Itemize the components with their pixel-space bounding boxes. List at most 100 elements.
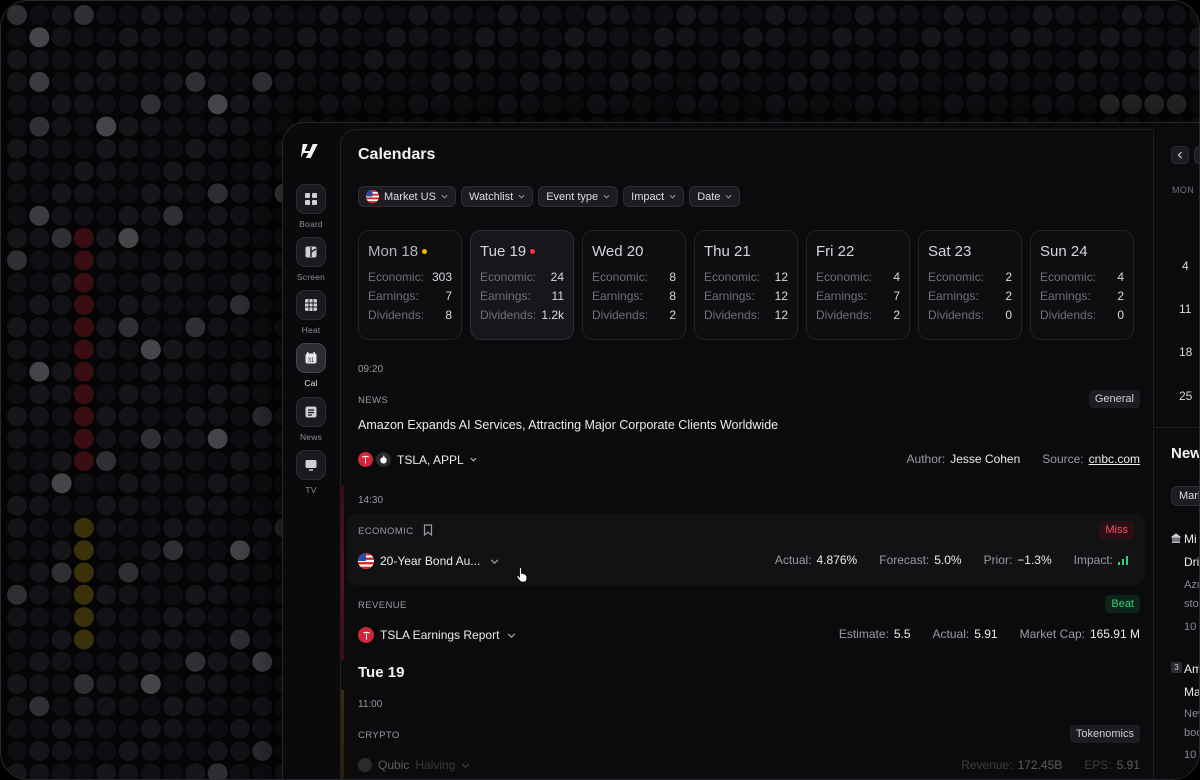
event-name: Qubic [378,758,410,772]
day-card[interactable]: Thu 21 Economic: 12 Earnings: 12 Dividends: 12 [694,230,798,340]
background-dot [252,205,273,226]
filter-impact[interactable]: Impact [623,186,685,207]
news-item-title[interactable]: Am [1184,662,1199,676]
revenue-event-name[interactable]: TSLA Earnings Report [358,627,516,643]
background-dot [185,629,206,650]
background-dot [475,94,496,115]
stat-value: 24 [550,270,564,284]
background-dot [1032,71,1053,92]
rail-item-heat[interactable]: Heat [291,290,331,335]
background-dot [430,71,451,92]
background-dot [832,49,853,70]
device-frame: Board Screen Heat 31 Cal News TV Calenda… [0,0,1200,780]
rail-item-board[interactable]: Board [291,184,331,229]
filter-watchlist[interactable]: Watchlist [460,186,534,207]
background-dot [140,272,161,293]
background-dot [140,27,161,48]
rail-item-tv[interactable]: TV [291,450,331,495]
background-dot [185,495,206,516]
background-dot [140,94,161,115]
background-dot [1166,94,1187,115]
background-dot [1144,71,1165,92]
background-dot [7,629,27,650]
stat-value: 4 [1117,270,1124,284]
news-filter-chip[interactable]: Marl [1171,486,1199,506]
background-dot [453,5,473,25]
background-dot [118,718,139,739]
background-dot [29,138,50,159]
ticker-list[interactable]: TSLA, APPL [358,452,477,467]
right-panel: MON 4 11 18 25 New Marl Mi Dri Azu sto 1… [1153,129,1199,779]
background-dot [252,740,273,761]
background-dot [230,272,250,293]
background-dot [96,495,117,516]
calendar-date[interactable]: 18 [1179,345,1192,359]
background-dot [207,205,228,226]
rail-label: Screen [296,272,326,282]
stat-label: Economic: [1040,270,1097,284]
background-dot [296,49,317,70]
background-dot [1099,5,1120,25]
stat-label: Economic: [816,270,873,284]
background-dot [207,294,228,315]
day-card[interactable]: Sun 24 Economic: 4 Earnings: 2 Dividends: 0 [1030,230,1134,340]
background-dot [163,49,184,70]
news-item-title[interactable]: Mi [1184,532,1197,546]
background-dot [7,384,27,405]
background-dot [29,495,50,516]
economic-event-name[interactable]: 20-Year Bond Au... [358,553,499,569]
background-dot [140,584,161,605]
background-dot [386,94,407,115]
background-dot [96,406,117,427]
stat-label: Dividends: [816,308,873,322]
prior-value: −1.3% [1017,553,1052,567]
day-card[interactable]: Mon 18 Economic: 303 Earnings: 7 Dividends: 8 [358,230,462,340]
background-dot [96,607,117,628]
prev-month-button[interactable] [1171,146,1189,164]
bookmark-icon[interactable] [423,524,433,536]
background-dot [876,49,897,70]
background-dot [854,5,875,25]
calendar-date[interactable]: 4 [1182,259,1189,273]
background-dot [185,607,206,628]
rail-item-screen[interactable]: Screen [291,237,331,282]
rail-item-cal[interactable]: 31 Cal [291,343,331,388]
background-dot [252,696,273,717]
apple-icon [376,452,391,467]
background-dot [564,5,585,25]
background-dot [319,49,340,70]
tv-icon [305,460,317,471]
background-dot [207,49,228,70]
background-dot [230,294,250,315]
background-dot [118,228,139,248]
background-dot [96,562,117,583]
stat-label: Economic: [480,270,537,284]
background-dot [29,740,50,761]
filter-date[interactable]: Date [689,186,741,207]
filter-market[interactable]: Market US [358,186,456,207]
background-dot [163,718,184,739]
background-dot [1010,71,1031,92]
background-dot [252,294,273,315]
background-dot [140,674,161,694]
weekday-header: MON [1172,185,1195,195]
background-dot [96,27,117,48]
day-card[interactable]: Sat 23 Economic: 2 Earnings: 2 Dividends: 0 [918,230,1022,340]
crypto-event-name[interactable]: Qubic Halving [358,758,470,772]
background-dot [73,116,94,137]
background-dot [7,473,27,494]
next-month-button[interactable] [1194,146,1199,164]
day-card[interactable]: Fri 22 Economic: 4 Earnings: 7 Dividends: 2 [806,230,910,340]
calendar-date[interactable]: 25 [1179,389,1192,403]
background-dot [96,740,117,761]
rail-item-news[interactable]: News [291,397,331,442]
background-dot [163,451,184,471]
day-card[interactable]: Wed 20 Economic: 8 Earnings: 8 Dividends: 2 [582,230,686,340]
source-link[interactable]: cnbc.com [1089,452,1140,466]
day-card[interactable]: Tue 19 Economic: 24 Earnings: 11 Dividends: 1.… [470,230,574,340]
economic-event-card[interactable] [347,513,1145,585]
filter-event-type[interactable]: Event type [538,186,619,207]
news-headline[interactable]: Amazon Expands AI Services, Attracting M… [358,418,778,432]
background-dot [207,428,228,449]
calendar-date[interactable]: 11 [1179,302,1191,316]
